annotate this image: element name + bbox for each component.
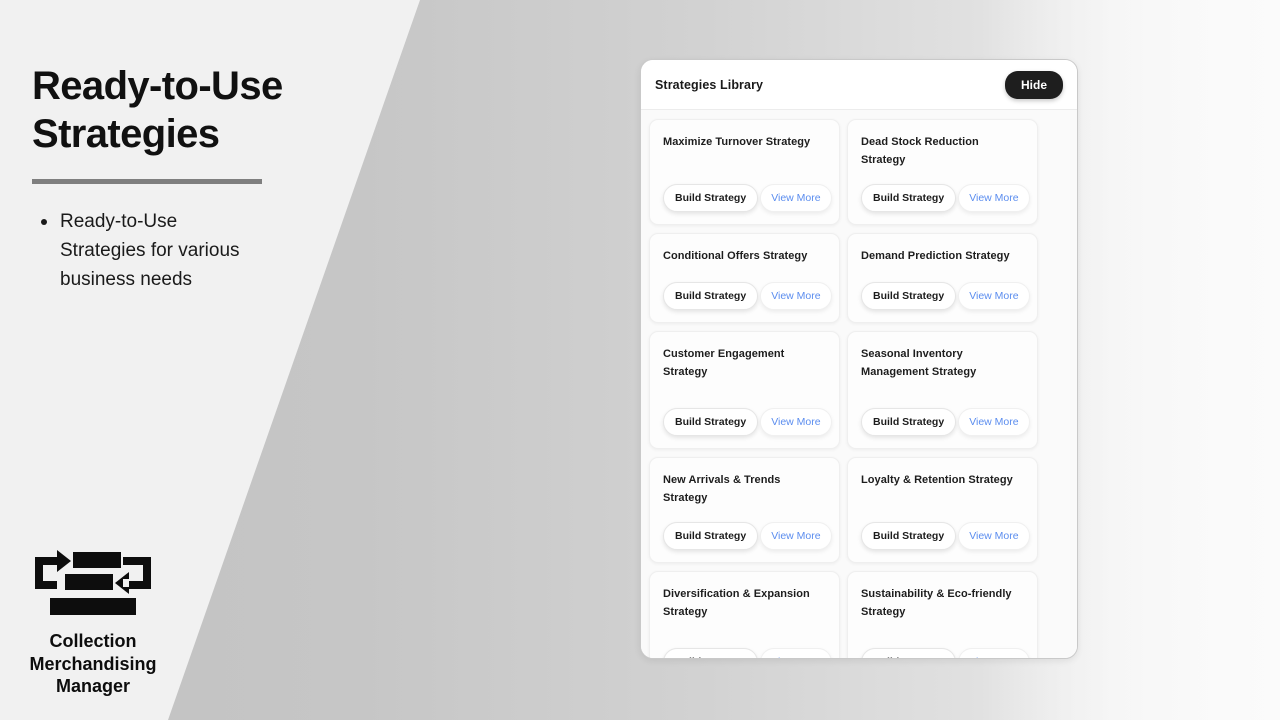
strategy-card: Demand Prediction Strategy Build Strategy… <box>847 233 1038 323</box>
list-item: Ready-to-Use Strategies for various busi… <box>32 207 267 294</box>
view-more-button[interactable]: View More <box>760 648 832 658</box>
card-title: Customer Engagement Strategy <box>663 348 785 378</box>
card-actions: Build StrategyView More <box>663 507 832 550</box>
build-strategy-button[interactable]: Build Strategy <box>663 648 759 658</box>
card-title: Sustainability & Eco-friendly Strategy <box>861 588 1012 618</box>
build-strategy-button[interactable]: Build Strategy <box>663 522 759 550</box>
left-content-panel: Ready-to-Use Strategies Ready-to-Use Str… <box>32 62 332 294</box>
strategies-library-panel: Strategies Library Hide Maximize Turnove… <box>640 59 1078 659</box>
card-actions: Build StrategyView More <box>861 633 1030 658</box>
hide-button[interactable]: Hide <box>1004 70 1063 99</box>
build-strategy-button[interactable]: Build Strategy <box>663 282 759 310</box>
logo-caption: Collection Merchandising Manager <box>29 631 157 696</box>
card-title: Demand Prediction Strategy <box>861 250 1010 262</box>
card-title: Seasonal Inventory Management Strategy <box>861 348 977 378</box>
card-actions: Build StrategyView More <box>663 393 832 436</box>
strategy-card: Seasonal Inventory Management Strategy Bu… <box>847 331 1038 449</box>
build-strategy-button[interactable]: Build Strategy <box>861 648 957 658</box>
strategy-card: Customer Engagement Strategy Build Strate… <box>649 331 840 449</box>
view-more-button[interactable]: View More <box>958 648 1030 658</box>
view-more-button[interactable]: View More <box>958 522 1030 550</box>
title-divider <box>32 179 262 184</box>
strategy-card: Dead Stock Reduction Strategy Build Strat… <box>847 119 1038 225</box>
build-strategy-button[interactable]: Build Strategy <box>663 408 759 436</box>
strategy-card: Diversification & Expansion Strategy Buil… <box>649 571 840 658</box>
card-title: Maximize Turnover Strategy <box>663 136 811 148</box>
view-more-button[interactable]: View More <box>958 408 1030 436</box>
build-strategy-button[interactable]: Build Strategy <box>861 184 957 212</box>
view-more-button[interactable]: View More <box>760 184 832 212</box>
card-title: Loyalty & Retention Strategy <box>861 474 1013 486</box>
bullet-list: Ready-to-Use Strategies for various busi… <box>32 207 332 294</box>
card-title: New Arrivals & Trends Strategy <box>663 474 781 504</box>
card-actions: Build StrategyView More <box>861 267 1030 310</box>
card-actions: Build StrategyView More <box>861 507 1030 550</box>
build-strategy-button[interactable]: Build Strategy <box>861 522 957 550</box>
card-actions: Build StrategyView More <box>663 633 832 658</box>
strategy-card-grid: Maximize Turnover Strategy Build Strategy… <box>641 110 1077 658</box>
view-more-button[interactable]: View More <box>760 522 832 550</box>
logo-block: Collection Merchandising Manager <box>8 548 178 698</box>
build-strategy-button[interactable]: Build Strategy <box>861 282 957 310</box>
view-more-button[interactable]: View More <box>958 184 1030 212</box>
view-more-button[interactable]: View More <box>958 282 1030 310</box>
build-strategy-button[interactable]: Build Strategy <box>663 184 759 212</box>
card-actions: Build StrategyView More <box>861 169 1030 212</box>
panel-title: Strategies Library <box>655 77 764 92</box>
strategy-card: Conditional Offers Strategy Build Strateg… <box>649 233 840 323</box>
view-more-button[interactable]: View More <box>760 408 832 436</box>
exchange-arrows-icon <box>35 550 151 615</box>
card-actions: Build StrategyView More <box>861 393 1030 436</box>
card-title: Diversification & Expansion Strategy <box>663 588 810 618</box>
card-title: Dead Stock Reduction Strategy <box>861 136 979 166</box>
strategy-card: Loyalty & Retention Strategy Build Strate… <box>847 457 1038 563</box>
view-more-button[interactable]: View More <box>760 282 832 310</box>
build-strategy-button[interactable]: Build Strategy <box>861 408 957 436</box>
strategy-card: New Arrivals & Trends Strategy Build Stra… <box>649 457 840 563</box>
card-actions: Build StrategyView More <box>663 169 832 212</box>
panel-header: Strategies Library Hide <box>641 60 1077 110</box>
card-actions: Build StrategyView More <box>663 267 832 310</box>
page-title: Ready-to-Use Strategies <box>32 64 283 156</box>
card-title: Conditional Offers Strategy <box>663 250 808 262</box>
strategy-card: Sustainability & Eco-friendly Strategy Bu… <box>847 571 1038 658</box>
strategy-card: Maximize Turnover Strategy Build Strategy… <box>649 119 840 225</box>
